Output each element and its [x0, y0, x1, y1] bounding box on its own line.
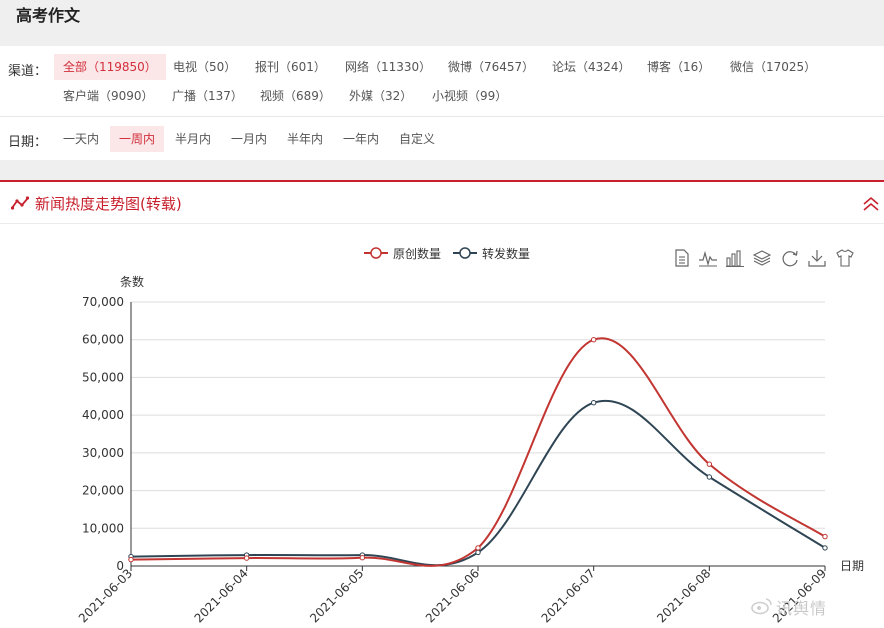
channel-chip-video[interactable]: 视频（689） — [251, 83, 340, 109]
bar-chart-icon[interactable] — [725, 248, 745, 268]
legend-label-repost[interactable]: 转发数量 — [482, 245, 530, 263]
data-view-icon[interactable] — [672, 248, 692, 268]
channel-chip-short-video[interactable]: 小视频（99） — [423, 83, 516, 109]
header-bar: 高考作文 — [0, 0, 884, 46]
date-label: 日期： — [8, 135, 48, 150]
collapse-chevron-icon[interactable] — [861, 195, 881, 213]
channel-chip-tv[interactable]: 电视（50） — [164, 54, 245, 80]
channel-chip-forum[interactable]: 论坛（4324） — [543, 54, 640, 80]
trend-line-icon — [11, 196, 29, 210]
panel-title: 新闻热度走势图(转载) — [35, 195, 182, 213]
channel-chip-press[interactable]: 报刊（601） — [246, 54, 335, 80]
date-chip-half-year[interactable]: 半年内 — [278, 126, 332, 152]
weibo-logo-icon — [751, 598, 772, 615]
channel-chip-client[interactable]: 客户端（9090） — [54, 83, 163, 109]
watermark-text: 讯舆情 — [776, 599, 828, 618]
date-chip-half-month[interactable]: 半月内 — [166, 126, 220, 152]
theme-icon[interactable] — [835, 248, 855, 268]
download-icon[interactable] — [807, 248, 827, 268]
legend-swatch-original[interactable] — [363, 246, 389, 260]
channel-chip-blog[interactable]: 博客（16） — [638, 54, 719, 80]
restore-icon[interactable] — [780, 248, 800, 268]
filter-divider — [0, 116, 884, 117]
date-chip-one-week[interactable]: 一周内 — [110, 126, 165, 152]
date-chip-custom[interactable]: 自定义 — [390, 126, 444, 152]
channel-chip-wechat[interactable]: 微信（17025） — [721, 54, 825, 80]
channel-chip-all[interactable]: 全部（119850） — [54, 54, 166, 80]
channel-chip-weibo[interactable]: 微博（76457） — [439, 54, 543, 80]
legend-label-original[interactable]: 原创数量 — [393, 245, 441, 263]
section-gap — [0, 160, 884, 180]
legend-swatch-repost[interactable] — [452, 246, 478, 260]
channel-label: 渠道： — [8, 64, 48, 79]
stack-icon[interactable] — [752, 248, 772, 268]
date-chip-one-day[interactable]: 一天内 — [54, 126, 108, 152]
channel-chip-foreign-media[interactable]: 外媒（32） — [340, 83, 421, 109]
page-title: 高考作文 — [16, 6, 81, 25]
panel-header: 新闻热度走势图(转载) — [0, 182, 884, 224]
line-chart-icon[interactable] — [698, 248, 718, 268]
date-chip-one-year[interactable]: 一年内 — [334, 126, 388, 152]
channel-chip-web[interactable]: 网络（11330） — [336, 54, 440, 80]
channel-chip-radio[interactable]: 广播（137） — [163, 83, 252, 109]
date-chip-one-month[interactable]: 一月内 — [222, 126, 276, 152]
filter-box: 渠道： 全部（119850） 电视（50） 报刊（601） 网络（11330） … — [0, 46, 884, 160]
